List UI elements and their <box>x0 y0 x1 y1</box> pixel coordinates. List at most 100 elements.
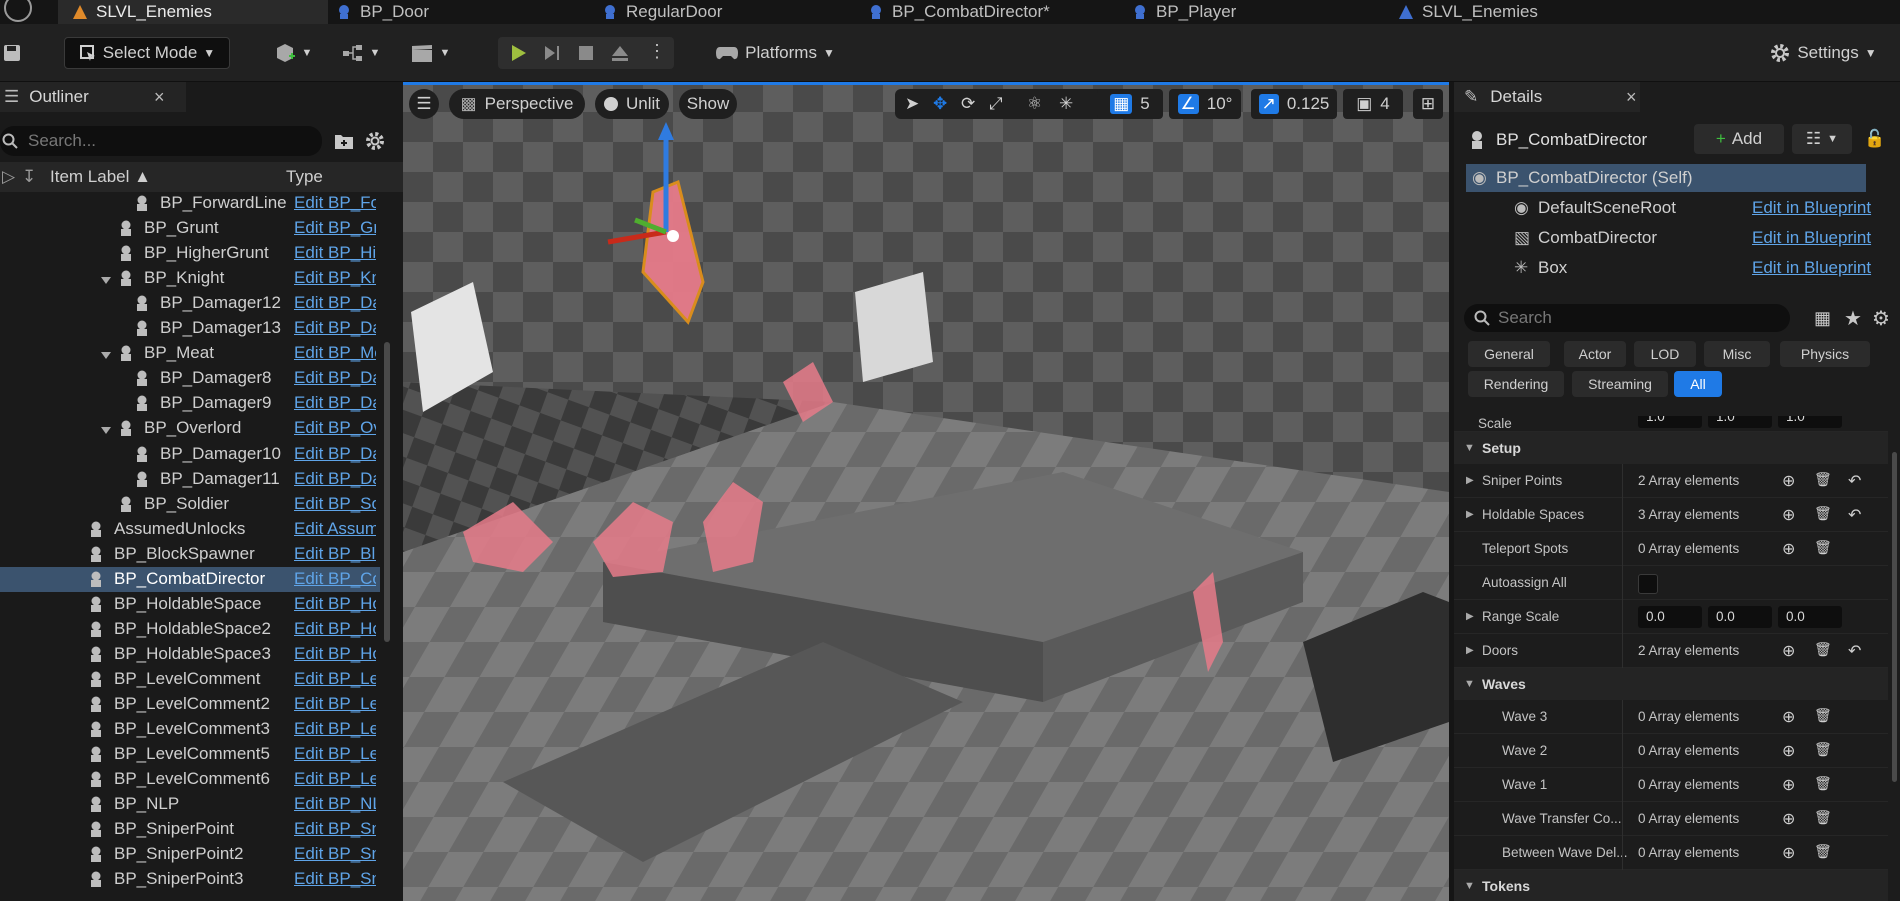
outliner-row[interactable]: BP_ForwardLine Edit BP_Fo <box>0 191 380 216</box>
edit-in-blueprint-link[interactable]: Edit in Blueprint <box>1752 198 1871 218</box>
edit-blueprint-link[interactable]: Edit BP_Ho <box>294 594 376 614</box>
layout-button[interactable]: ⊞ <box>1413 89 1443 119</box>
tab-bp-door[interactable]: BP_Door <box>336 0 429 24</box>
outliner-row[interactable]: BP_Overlord Edit BP_Ov <box>0 416 380 441</box>
more-options-icon[interactable]: ⋮ <box>648 41 666 62</box>
outliner-row[interactable]: BP_Damager8 Edit BP_Da <box>0 366 380 391</box>
range-scale-field-y[interactable]: 0.0 <box>1708 606 1772 628</box>
autoassign-checkbox[interactable] <box>1638 574 1658 594</box>
scale-snap-toggle[interactable]: ↗ 0.125 <box>1251 89 1337 119</box>
edit-blueprint-link[interactable]: Edit BP_Blo <box>294 544 376 564</box>
expand-arrow-icon[interactable]: ▶ <box>1466 645 1474 656</box>
edit-blueprint-link[interactable]: Edit BP_Le <box>294 769 376 789</box>
outliner-row[interactable]: BP_Damager11 Edit BP_Da <box>0 467 380 492</box>
skip-icon[interactable] <box>542 43 562 63</box>
column-divider[interactable] <box>1622 634 1623 668</box>
details-tab[interactable]: ✎ Details × <box>1454 82 1640 112</box>
component-row[interactable]: ✳ Box Edit in Blueprint <box>1466 254 1871 282</box>
edit-blueprint-link[interactable]: Edit Assum <box>294 519 376 539</box>
outliner-row[interactable]: BP_SniperPoint3 Edit BP_Sn <box>0 867 380 892</box>
filter-general[interactable]: General <box>1468 341 1550 367</box>
rotation-snap-toggle[interactable]: ∠ 10° <box>1169 89 1241 119</box>
level-viewport[interactable]: ☰ ▩ Perspective Unlit Show ➤ ✥ ⟳ ⤢ ⚛ ✳ ▦… <box>403 82 1449 901</box>
add-element-icon[interactable]: ⊕ <box>1782 641 1795 661</box>
rotate-tool-icon[interactable]: ⟳ <box>961 94 975 114</box>
tab-bp-combatdirector[interactable]: BP_CombatDirector* <box>868 0 1050 24</box>
blueprint-options-button[interactable]: ☷ ▼ <box>1792 124 1852 154</box>
column-divider[interactable] <box>1622 734 1623 768</box>
column-item-label[interactable]: Item Label ▲ <box>50 167 151 187</box>
blueprint-menu-button[interactable]: ▼ <box>338 37 384 69</box>
edit-blueprint-link[interactable]: Edit BP_NL <box>294 794 376 814</box>
lock-icon[interactable]: 🔓 <box>1860 124 1890 154</box>
add-element-icon[interactable]: ⊕ <box>1782 539 1795 559</box>
component-row[interactable]: ◉ BP_CombatDirector (Self) <box>1466 164 1866 192</box>
outliner-tab[interactable]: ☰ Outliner × <box>0 82 186 112</box>
edit-blueprint-link[interactable]: Edit BP_Da <box>294 469 376 489</box>
outliner-row[interactable]: BP_SniperPoint2 Edit BP_Sn <box>0 842 380 867</box>
add-component-button[interactable]: + Add <box>1694 124 1784 154</box>
outliner-row[interactable]: AssumedUnlocks Edit Assum <box>0 517 380 542</box>
column-divider[interactable] <box>1622 498 1623 532</box>
outliner-row[interactable]: BP_LevelComment Edit BP_Le <box>0 667 380 692</box>
edit-blueprint-link[interactable]: Edit BP_Hi <box>294 243 376 263</box>
edit-blueprint-link[interactable]: Edit BP_Da <box>294 318 376 338</box>
expand-arrow-icon[interactable]: ▶ <box>1466 475 1474 486</box>
outliner-row[interactable]: BP_Damager12 Edit BP_Da <box>0 291 380 316</box>
edit-blueprint-link[interactable]: Edit BP_Me <box>294 343 376 363</box>
filter-misc[interactable]: Misc <box>1704 341 1770 367</box>
edit-blueprint-link[interactable]: Edit BP_Ho <box>294 619 376 639</box>
column-divider[interactable] <box>1622 836 1623 870</box>
delete-icon[interactable]: 🗑 <box>1814 741 1832 758</box>
outliner-scrollbar[interactable] <box>384 342 390 642</box>
outliner-row[interactable]: BP_LevelComment2 Edit BP_Le <box>0 692 380 717</box>
edit-blueprint-link[interactable]: Edit BP_Sn <box>294 844 376 864</box>
section-waves[interactable]: ▼ Waves <box>1454 668 1888 700</box>
select-mode-dropdown[interactable]: Select Mode ▼ <box>64 37 230 69</box>
close-icon[interactable]: × <box>1626 87 1637 108</box>
pin-column-icon[interactable]: ↧ <box>22 167 36 187</box>
section-tokens[interactable]: ▼ Tokens <box>1454 870 1888 901</box>
tab-bp-player[interactable]: BP_Player <box>1132 0 1236 24</box>
add-element-icon[interactable]: ⊕ <box>1782 741 1795 761</box>
edit-blueprint-link[interactable]: Edit BP_Ho <box>294 644 376 664</box>
scale-x-field[interactable]: 1.0 <box>1638 416 1702 428</box>
filter-rendering[interactable]: Rendering <box>1468 371 1564 397</box>
outliner-row[interactable]: BP_Damager10 Edit BP_Da <box>0 442 380 467</box>
add-element-icon[interactable]: ⊕ <box>1782 809 1795 829</box>
filter-actor[interactable]: Actor <box>1564 341 1626 367</box>
edit-blueprint-link[interactable]: Edit BP_Fo <box>294 193 376 213</box>
add-actor-button[interactable]: ▼ <box>270 37 316 69</box>
scale-tool-icon[interactable]: ⤢ <box>989 94 1003 114</box>
expand-arrow-icon[interactable]: ▶ <box>1466 611 1474 622</box>
outliner-row[interactable]: BP_LevelComment3 Edit BP_Le <box>0 717 380 742</box>
filter-physics[interactable]: Physics <box>1780 341 1870 367</box>
scale-z-field[interactable]: 1.0 <box>1778 416 1842 428</box>
delete-icon[interactable]: 🗑 <box>1814 471 1832 488</box>
reset-to-default-icon[interactable]: ↶ <box>1848 641 1861 661</box>
column-divider[interactable] <box>1622 464 1623 498</box>
favorites-star-icon[interactable]: ★ <box>1844 306 1862 331</box>
filter-all[interactable]: All <box>1674 371 1722 397</box>
range-scale-field-z[interactable]: 0.0 <box>1778 606 1842 628</box>
edit-in-blueprint-link[interactable]: Edit in Blueprint <box>1752 228 1871 248</box>
gizmo-center[interactable] <box>667 230 679 242</box>
edit-blueprint-link[interactable]: Edit BP_Da <box>294 293 376 313</box>
outliner-row[interactable]: BP_SniperPoint Edit BP_Sn <box>0 817 380 842</box>
column-divider[interactable] <box>1622 768 1623 802</box>
edit-blueprint-link[interactable]: Edit BP_Da <box>294 393 376 413</box>
delete-icon[interactable]: 🗑 <box>1814 641 1832 658</box>
expand-arrow-icon[interactable] <box>100 346 112 360</box>
outliner-row[interactable]: BP_HoldableSpace2 Edit BP_Ho <box>0 617 380 642</box>
outliner-row[interactable]: BP_Damager9 Edit BP_Da <box>0 391 380 416</box>
delete-icon[interactable]: 🗑 <box>1814 505 1832 522</box>
show-button[interactable]: Show <box>679 89 737 119</box>
edit-blueprint-link[interactable]: Edit BP_Sn <box>294 819 376 839</box>
camera-speed-button[interactable]: ▣ 4 <box>1343 89 1403 119</box>
add-element-icon[interactable]: ⊕ <box>1782 505 1795 525</box>
world-local-icon[interactable]: ⚛ <box>1027 94 1042 114</box>
outliner-row[interactable]: BP_HoldableSpace3 Edit BP_Ho <box>0 642 380 667</box>
outliner-row[interactable]: BP_LevelComment6 Edit BP_Le <box>0 767 380 792</box>
section-setup[interactable]: ▼ Setup <box>1454 432 1888 464</box>
grid-snap-toggle[interactable]: ▦ 5 <box>1097 89 1163 119</box>
